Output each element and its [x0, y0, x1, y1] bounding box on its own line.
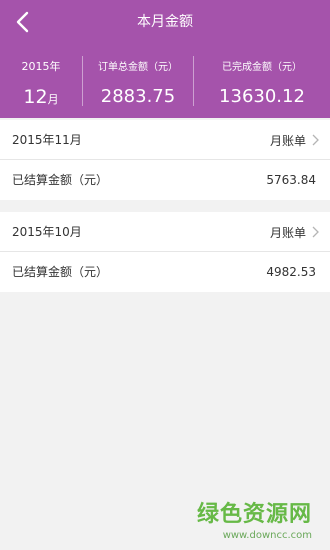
monthly-bill-label: 月账单 — [269, 225, 306, 240]
monthly-bill-label: 月账单 — [269, 133, 306, 148]
watermark-url: www.downcc.com — [222, 530, 312, 541]
month-card: 2015年10月 月账单 已结算金额（元） 4982.53 — [0, 212, 330, 292]
settled-value: 5763.84 — [266, 173, 316, 187]
month-header-row[interactable]: 2015年11月 月账单 — [0, 120, 330, 160]
order-total-label: 订单总金额（元） — [98, 62, 178, 73]
settled-row: 已结算金额（元） 4982.53 — [0, 252, 330, 292]
watermark-title: 绿色资源网 — [196, 502, 312, 527]
settled-label: 已结算金额（元） — [12, 173, 109, 187]
settled-label: 已结算金额（元） — [12, 265, 109, 279]
watermark: 绿色资源网 www.downcc.com — [197, 496, 312, 541]
current-month-block: 2015年 12月 — [0, 44, 82, 118]
month-card: 2015年11月 月账单 已结算金额（元） 5763.84 — [0, 120, 330, 200]
month-period: 2015年11月 — [12, 133, 82, 147]
chevron-right-icon — [312, 134, 319, 146]
nav-bar: 本月金额 — [0, 0, 330, 44]
chevron-right-icon — [312, 226, 319, 238]
month-number: 12 — [23, 86, 48, 108]
settled-value: 4982.53 — [266, 265, 316, 279]
completed-block: 已完成金额（元） 13630.12 — [194, 44, 330, 118]
order-total-value: 2883.75 — [100, 86, 176, 107]
current-month: 12月 — [0, 86, 82, 108]
order-total-block: 订单总金额（元） 2883.75 — [83, 44, 193, 118]
summary-panel: 2015年 12月 订单总金额（元） 2883.75 已完成金额（元） 1363… — [0, 44, 330, 118]
page-title: 本月金额 — [137, 14, 193, 30]
monthly-bill-link[interactable]: 月账单 — [270, 212, 320, 252]
month-header-row[interactable]: 2015年10月 月账单 — [0, 212, 330, 252]
month-period: 2015年10月 — [12, 225, 82, 239]
settled-row: 已结算金额（元） 5763.84 — [0, 160, 330, 200]
completed-value: 13630.12 — [219, 86, 305, 107]
completed-label: 已完成金额（元） — [222, 62, 302, 73]
current-year: 2015年 — [21, 60, 61, 73]
header-bar: 本月金额 2015年 12月 订单总金额（元） 2883.75 已完成金额（元）… — [0, 0, 330, 118]
month-unit: 月 — [47, 93, 59, 106]
monthly-bill-link[interactable]: 月账单 — [270, 120, 320, 160]
